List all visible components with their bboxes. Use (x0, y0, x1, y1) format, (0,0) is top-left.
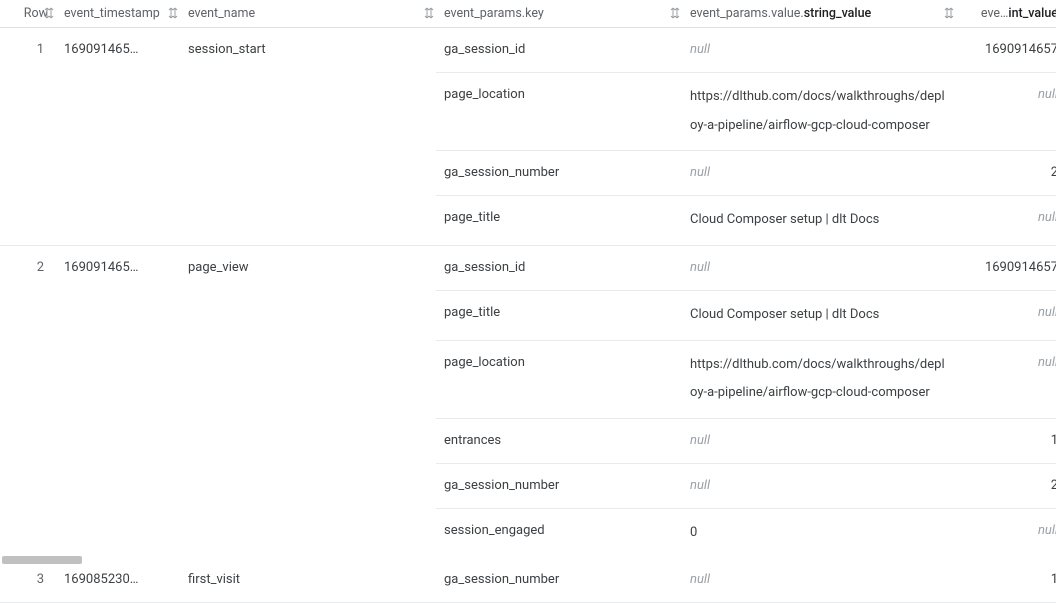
cell-param-key: page_location (436, 73, 682, 151)
cell-event-name: page_view (180, 245, 436, 558)
cell-string-value: null (682, 28, 956, 73)
scrollbar-thumb[interactable] (2, 556, 82, 564)
cell-param-key: ga_session_id (436, 28, 682, 73)
cell-int-value: null (956, 73, 1056, 151)
cell-event-name: session_start (180, 28, 436, 246)
cell-int-value: 2 (956, 463, 1056, 508)
col-header-timestamp-label: event_timestamp (64, 6, 160, 21)
null-value: null (690, 42, 710, 57)
table-header: Row event_timestamp event_name event_par… (0, 0, 1056, 28)
col-header-event-name-label: event_name (188, 6, 255, 21)
cell-string-value: null (682, 463, 956, 508)
resize-handle-icon[interactable] (44, 7, 54, 21)
cell-int-value: 1 (956, 418, 1056, 463)
cell-string-value: Cloud Composer setup | dlt Docs (682, 290, 956, 340)
cell-string-value: null (682, 418, 956, 463)
cell-string-value: null (682, 245, 956, 290)
cell-int-value: null (956, 290, 1056, 340)
cell-event-timestamp: 169091465… (56, 245, 180, 558)
null-value: null (690, 165, 710, 180)
resize-handle-icon[interactable] (168, 7, 178, 21)
resize-handle-icon[interactable] (424, 7, 434, 21)
col-header-int-value[interactable]: eve…int_value (956, 0, 1056, 28)
cell-int-value: null (956, 340, 1056, 418)
table-row: 2169091465…page_viewga_session_idnull169… (0, 245, 1056, 290)
resize-handle-icon[interactable] (670, 7, 680, 21)
col-header-row[interactable]: Row (0, 0, 56, 28)
cell-int-value: null (956, 508, 1056, 558)
cell-string-value: Cloud Composer setup | dlt Docs (682, 196, 956, 246)
col-header-int-value-bold: int_value (1008, 6, 1056, 21)
null-value: null (1038, 355, 1056, 370)
cell-int-value: 1690914657 (956, 28, 1056, 73)
col-header-string-value-prefix: event_params.value. (690, 6, 804, 21)
null-value: null (690, 478, 710, 493)
cell-param-key: page_title (436, 196, 682, 246)
null-value: null (690, 572, 710, 587)
cell-param-key: page_title (436, 290, 682, 340)
col-header-params-key[interactable]: event_params.key (436, 0, 682, 28)
table-body: 1169091465…session_startga_session_idnul… (0, 28, 1056, 603)
horizontal-scrollbar[interactable] (0, 552, 1056, 566)
cell-row-number: 1 (0, 28, 56, 246)
cell-string-value: https://dlthub.com/docs/walkthroughs/dep… (682, 340, 956, 418)
results-table: Row event_timestamp event_name event_par… (0, 0, 1056, 603)
cell-row-number: 2 (0, 245, 56, 558)
null-value: null (690, 260, 710, 275)
col-header-int-value-prefix: eve… (981, 6, 1009, 21)
cell-param-key: ga_session_id (436, 245, 682, 290)
col-header-timestamp[interactable]: event_timestamp (56, 0, 180, 28)
null-value: null (1038, 87, 1056, 102)
cell-int-value: 1690914657 (956, 245, 1056, 290)
cell-string-value: 0 (682, 508, 956, 558)
null-value: null (690, 433, 710, 448)
col-header-params-key-label: event_params.key (444, 6, 544, 21)
col-header-string-value-bold: string_value (804, 6, 872, 21)
cell-param-key: session_engaged (436, 508, 682, 558)
table-row: 1169091465…session_startga_session_idnul… (0, 28, 1056, 73)
cell-event-timestamp: 169091465… (56, 28, 180, 246)
cell-int-value: null (956, 196, 1056, 246)
cell-param-key: entrances (436, 418, 682, 463)
cell-param-key: page_location (436, 340, 682, 418)
resize-handle-icon[interactable] (944, 7, 954, 21)
cell-string-value: null (682, 151, 956, 196)
null-value: null (1038, 210, 1056, 225)
null-value: null (1038, 523, 1056, 538)
cell-param-key: ga_session_number (436, 151, 682, 196)
col-header-string-value[interactable]: event_params.value.string_value (682, 0, 956, 28)
cell-param-key: ga_session_number (436, 463, 682, 508)
cell-int-value: 2 (956, 151, 1056, 196)
col-header-event-name[interactable]: event_name (180, 0, 436, 28)
cell-string-value: https://dlthub.com/docs/walkthroughs/dep… (682, 73, 956, 151)
null-value: null (1038, 305, 1056, 320)
